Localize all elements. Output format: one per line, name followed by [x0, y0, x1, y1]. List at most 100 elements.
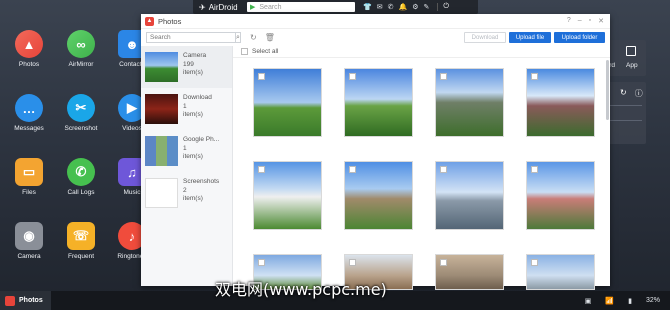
photo-checkbox[interactable] — [440, 166, 447, 173]
taskbar-app-label: Photos — [19, 297, 43, 304]
wifi-icon: 📶 — [605, 297, 615, 305]
album-item-download[interactable]: Download 1 item(s) — [141, 88, 232, 130]
photo-checkbox[interactable] — [531, 259, 538, 266]
album-unit: item(s) — [183, 111, 203, 118]
photos-window: ▲ Photos ? – ▫ ✕ ⌕ ↻ 🗑 Download Upload f… — [141, 14, 610, 290]
album-count: 1 — [183, 102, 187, 110]
photo-thumbnail[interactable] — [526, 68, 595, 137]
album-unit: item(s) — [183, 195, 203, 202]
album-name: Download — [183, 94, 212, 101]
desktop-app-label: AirMirror — [68, 61, 94, 68]
watermark-text: 双电网(www.pcpc.me) — [215, 280, 387, 299]
photo-thumbnail[interactable] — [344, 161, 413, 230]
desktop-app-screenshot[interactable]: ✂ Screenshot — [59, 94, 103, 132]
screen-mirror-icon[interactable]: ▣ — [585, 297, 592, 305]
folder-icon: ▭ — [15, 158, 43, 186]
album-unit: item(s) — [183, 69, 203, 76]
trash-icon[interactable]: 🗑 — [265, 33, 275, 42]
desktop-app-call-logs[interactable]: ✆ Call Logs — [59, 158, 103, 196]
desktop-app-label: Camera — [17, 253, 41, 260]
desktop-app-messages[interactable]: … Messages — [7, 94, 51, 132]
desktop-app-airmirror[interactable]: ∞ AirMirror — [59, 30, 103, 68]
album-thumbnail — [145, 52, 178, 82]
photos-app-icon — [5, 295, 15, 306]
desktop-app-camera[interactable]: ◉ Camera — [7, 222, 51, 260]
photo-thumbnail[interactable] — [344, 68, 413, 137]
photo-checkbox[interactable] — [440, 73, 447, 80]
photo-checkbox[interactable] — [349, 259, 356, 266]
album-item-screenshots[interactable]: Screenshots 2 item(s) — [141, 172, 232, 214]
topbar-search-input[interactable]: ▶ Search — [247, 2, 355, 12]
photo-thumbnail[interactable] — [253, 68, 322, 137]
phone-icon[interactable]: ✆ — [388, 3, 394, 11]
taskbar-app-photos[interactable]: Photos — [0, 291, 51, 310]
desktop-app-label: Screenshot — [64, 125, 98, 132]
select-all-row[interactable]: Select all — [233, 46, 610, 58]
search-placeholder: Search — [259, 3, 282, 11]
upload-folder-button[interactable]: Upload folder — [554, 32, 605, 43]
photo-thumbnail[interactable] — [526, 254, 595, 290]
desktop-app-label: Call Logs — [67, 189, 95, 196]
topbar-tools: 👕 ✉ ✆ 🔔 ⚙ ✎ — [363, 3, 429, 11]
maximize-icon[interactable]: ▫ — [589, 17, 591, 25]
download-button[interactable]: Download — [464, 32, 506, 43]
desktop-app-files[interactable]: ▭ Files — [7, 158, 51, 196]
minimize-icon[interactable]: – — [578, 17, 582, 25]
upload-file-button[interactable]: Upload file — [509, 32, 551, 43]
album-search-input[interactable] — [146, 32, 236, 43]
album-count: 1 — [183, 144, 187, 152]
album-sidebar: Camera 199 item(s) Download 1 item(s) Go… — [141, 46, 233, 286]
album-item-camera[interactable]: Camera 199 item(s) — [141, 46, 232, 88]
photos-app-icon: ▲ — [145, 16, 154, 26]
photo-checkbox[interactable] — [258, 259, 265, 266]
photo-checkbox[interactable] — [258, 166, 265, 173]
photo-checkbox[interactable] — [531, 166, 538, 173]
select-all-checkbox[interactable] — [241, 48, 248, 55]
album-unit: item(s) — [183, 153, 203, 160]
album-name: Screenshots — [183, 178, 220, 185]
scissors-icon: ✂ — [67, 94, 95, 122]
photo-checkbox[interactable] — [258, 73, 265, 80]
photo-thumbnail[interactable] — [526, 161, 595, 230]
refresh-icon[interactable]: ↻ — [250, 33, 257, 42]
airdroid-topbar: ✈ AirDroid ▶ Search 👕 ✉ ✆ 🔔 ⚙ ✎ ⏻ — [193, 0, 478, 14]
help-icon[interactable]: ? — [567, 17, 571, 25]
app-label[interactable]: App — [626, 62, 638, 69]
desktop-app-label: Frequent — [67, 253, 95, 260]
shirt-icon[interactable]: 👕 — [363, 3, 372, 11]
bell-icon[interactable]: 🔔 — [398, 3, 407, 11]
app-icon[interactable] — [626, 46, 636, 56]
refresh-icon[interactable]: ↻ — [620, 88, 627, 99]
photo-thumbnail[interactable] — [435, 254, 504, 290]
album-name: Camera — [183, 52, 207, 59]
album-item-google-photos[interactable]: Google Ph... 1 item(s) — [141, 130, 232, 172]
mail-icon[interactable]: ✉ — [377, 3, 383, 11]
photo-checkbox[interactable] — [531, 73, 538, 80]
album-count: 199 — [183, 60, 194, 68]
pen-icon[interactable]: ✎ — [423, 3, 429, 11]
info-icon[interactable]: ⓘ — [635, 88, 643, 99]
airdroid-brand[interactable]: ✈ AirDroid — [193, 3, 247, 12]
photo-grid-area: Select all — [233, 46, 610, 290]
window-titlebar[interactable]: ▲ Photos ? – ▫ ✕ — [141, 14, 610, 29]
search-icon[interactable]: ⌕ — [236, 32, 241, 43]
power-icon[interactable]: ⏻ — [437, 3, 449, 11]
scrollbar[interactable] — [606, 60, 609, 120]
desktop-app-frequent[interactable]: ☏ Frequent — [59, 222, 103, 260]
desktop-app-label: Messages — [14, 125, 44, 132]
battery-level: 32% — [645, 296, 660, 304]
photo-checkbox[interactable] — [440, 259, 447, 266]
binoculars-icon: ∞ — [67, 30, 95, 58]
close-icon[interactable]: ✕ — [598, 17, 604, 25]
photo-thumbnail[interactable] — [435, 68, 504, 137]
photos-icon: ▲ — [15, 30, 43, 58]
photo-thumbnail[interactable] — [253, 161, 322, 230]
gear-icon[interactable]: ⚙ — [412, 3, 418, 11]
desktop-app-label: Photos — [18, 61, 40, 68]
desktop-app-photos[interactable]: ▲ Photos — [7, 30, 51, 68]
brand-name: AirDroid — [208, 2, 238, 12]
photo-checkbox[interactable] — [349, 166, 356, 173]
phone-icon: ✆ — [67, 158, 95, 186]
photo-checkbox[interactable] — [349, 73, 356, 80]
photo-thumbnail[interactable] — [435, 161, 504, 230]
